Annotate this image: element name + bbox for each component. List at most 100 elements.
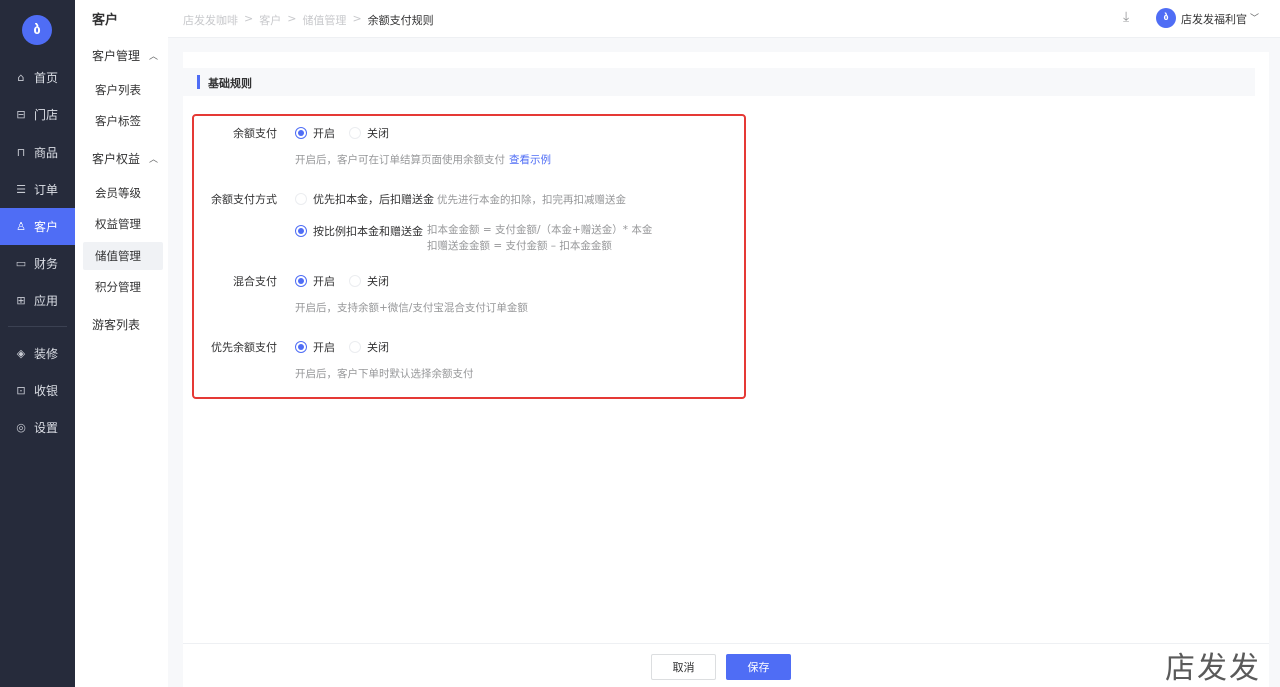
- priority-pay-on-radio[interactable]: 开启: [295, 339, 335, 355]
- pay-method-opt1-help: 优先进行本金的扣除，扣完再扣减赠送金: [437, 194, 626, 206]
- customer-icon: ♙: [16, 220, 26, 233]
- help-text: 开启后，客户可在订单结算页面使用余额支付: [295, 154, 505, 166]
- subnav-item-member-level[interactable]: 会员等级: [83, 179, 163, 207]
- download-icon[interactable]: ⤓: [1123, 9, 1129, 25]
- nav-label: 应用: [34, 294, 59, 308]
- pay-method-opt2-help-1: 扣本金金额 = 支付金额/（本金+赠送金）* 本金: [427, 224, 653, 236]
- save-button[interactable]: 保存: [726, 654, 791, 680]
- nav-item-store[interactable]: ⊟ 门店: [0, 96, 75, 133]
- brand-logo[interactable]: ბ: [22, 15, 52, 45]
- subnav-item-customer-list[interactable]: 客户列表: [83, 76, 163, 104]
- section-header: 基础规则: [183, 68, 1255, 96]
- nav-label: 客户: [34, 220, 59, 234]
- breadcrumb-separator: >: [352, 12, 362, 25]
- top-header: 店发发咖啡 > 客户 > 储值管理 > 余额支付规则 ⤓ ბ 店发发福利官 ﹀: [168, 0, 1280, 38]
- subnav-item-visitor-list[interactable]: 游客列表: [92, 316, 140, 333]
- mixed-pay-on-radio[interactable]: 开启: [295, 273, 335, 289]
- nav-label: 门店: [34, 108, 59, 122]
- radio-label: 开启: [313, 341, 335, 354]
- main-nav-rail: ბ ⌂ 首页 ⊟ 门店 ⊓ 商品 ☰ 订单 ♙ 客户 ▭ 财务 ⊞ 应用 ◈ 装…: [0, 0, 75, 687]
- radio-unchecked-icon: [349, 127, 361, 139]
- section-accent-bar: [197, 75, 200, 89]
- mixed-pay-help: 开启后，支持余额+微信/支付宝混合支付订单金额: [295, 302, 528, 314]
- subnav-group-customer-rights[interactable]: 客户权益 ︿: [92, 150, 158, 167]
- nav-item-customer[interactable]: ♙ 客户: [0, 208, 75, 245]
- nav-divider: [8, 326, 67, 327]
- nav-label: 商品: [34, 146, 59, 160]
- radio-label: 开启: [313, 127, 335, 140]
- balance-pay-on-radio[interactable]: 开启: [295, 125, 335, 141]
- nav-item-orders[interactable]: ☰ 订单: [0, 171, 75, 208]
- subnav-group-label: 客户权益: [92, 152, 141, 166]
- balance-pay-help: 开启后，客户可在订单结算页面使用余额支付 查看示例: [295, 152, 551, 167]
- priority-pay-label: 优先余额支付: [211, 341, 277, 354]
- decorate-icon: ◈: [16, 347, 26, 360]
- radio-unchecked-icon: [349, 275, 361, 287]
- cashier-icon: ⊡: [16, 384, 26, 397]
- breadcrumb: 店发发咖啡 > 客户 > 储值管理 > 余额支付规则: [183, 12, 440, 28]
- pay-method-opt2-help-2: 扣赠送金金额 = 支付金额 – 扣本金金额: [427, 240, 612, 252]
- priority-pay-help: 开启后，客户下单时默认选择余额支付: [295, 368, 474, 380]
- chevron-up-icon: ︿: [149, 52, 159, 62]
- breadcrumb-item[interactable]: 储值管理: [302, 12, 346, 28]
- pay-method-proportional-radio[interactable]: 按比例扣本金和赠送金: [295, 223, 423, 239]
- radio-unchecked-icon: [349, 341, 361, 353]
- nav-item-cashier[interactable]: ⊡ 收银: [0, 372, 75, 409]
- order-icon: ☰: [16, 183, 26, 196]
- radio-checked-icon: [295, 225, 307, 237]
- radio-label: 关闭: [367, 275, 389, 288]
- subnav-group-customer-mgmt[interactable]: 客户管理 ︿: [92, 47, 158, 64]
- pay-method-principal-first-radio[interactable]: 优先扣本金，后扣赠送金: [295, 191, 434, 207]
- breadcrumb-item[interactable]: 店发发咖啡: [183, 12, 238, 28]
- subnav-group-label: 游客列表: [92, 318, 141, 332]
- finance-icon: ▭: [15, 257, 27, 270]
- radio-label: 优先扣本金，后扣赠送金: [313, 193, 434, 206]
- breadcrumb-separator: >: [287, 12, 297, 25]
- mixed-pay-label: 混合支付: [233, 275, 277, 288]
- priority-pay-off-radio[interactable]: 关闭: [349, 339, 389, 355]
- subnav-item-rights-mgmt[interactable]: 权益管理: [83, 210, 163, 238]
- user-name[interactable]: 店发发福利官: [1181, 11, 1247, 27]
- action-footer: 取消 保存: [183, 643, 1269, 687]
- nav-label: 首页: [34, 71, 59, 85]
- breadcrumb-item[interactable]: 客户: [259, 12, 281, 28]
- pay-method-label: 余额支付方式: [211, 193, 277, 206]
- breadcrumb-current: 余额支付规则: [367, 14, 434, 27]
- radio-label: 关闭: [367, 127, 389, 140]
- avatar[interactable]: ბ: [1156, 8, 1176, 28]
- radio-label: 关闭: [367, 341, 389, 354]
- settings-icon: ◎: [16, 421, 26, 434]
- radio-unchecked-icon: [295, 193, 307, 205]
- apps-icon: ⊞: [16, 294, 26, 307]
- nav-item-settings[interactable]: ◎ 设置: [0, 409, 75, 446]
- view-example-link[interactable]: 查看示例: [509, 154, 551, 166]
- secondary-nav: 客户 客户管理 ︿ 客户列表 客户标签 客户权益 ︿ 会员等级 权益管理 储值管…: [75, 0, 168, 687]
- nav-label: 订单: [34, 183, 59, 197]
- subnav-title: 客户: [92, 13, 119, 28]
- nav-item-apps[interactable]: ⊞ 应用: [0, 282, 75, 319]
- balance-pay-label: 余额支付: [233, 127, 277, 140]
- radio-checked-icon: [295, 341, 307, 353]
- radio-checked-icon: [295, 275, 307, 287]
- cancel-button[interactable]: 取消: [651, 654, 716, 680]
- nav-item-home[interactable]: ⌂ 首页: [0, 59, 75, 96]
- chevron-down-icon[interactable]: ﹀: [1250, 11, 1259, 24]
- chevron-up-icon: ︿: [149, 155, 159, 165]
- subnav-item-customer-tags[interactable]: 客户标签: [83, 107, 163, 135]
- subnav-group-label: 客户管理: [92, 49, 141, 63]
- subnav-item-stored-value[interactable]: 储值管理: [83, 242, 163, 270]
- nav-item-finance[interactable]: ▭ 财务: [0, 245, 75, 282]
- radio-label: 按比例扣本金和赠送金: [313, 225, 423, 238]
- nav-label: 设置: [34, 421, 59, 435]
- nav-label: 财务: [34, 257, 59, 271]
- nav-item-decorate[interactable]: ◈ 装修: [0, 335, 75, 372]
- home-icon: ⌂: [17, 71, 25, 84]
- nav-label: 装修: [34, 347, 59, 361]
- subnav-item-points-mgmt[interactable]: 积分管理: [83, 273, 163, 301]
- section-title: 基础规则: [208, 77, 252, 90]
- nav-label: 收银: [34, 384, 59, 398]
- goods-icon: ⊓: [16, 146, 26, 159]
- nav-item-goods[interactable]: ⊓ 商品: [0, 134, 75, 171]
- mixed-pay-off-radio[interactable]: 关闭: [349, 273, 389, 289]
- balance-pay-off-radio[interactable]: 关闭: [349, 125, 389, 141]
